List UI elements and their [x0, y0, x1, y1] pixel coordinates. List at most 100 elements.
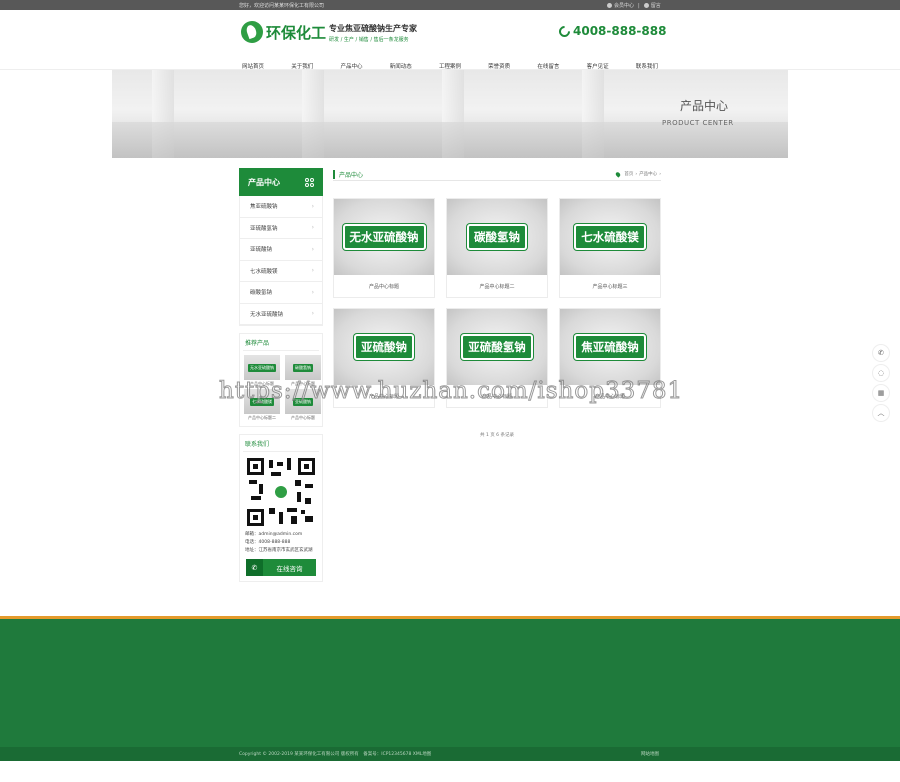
divider: |: [638, 2, 640, 9]
category-item[interactable]: 无水亚硫酸钠 ›: [240, 304, 322, 325]
product-image-label: 焦亚硫酸钠: [574, 334, 646, 360]
category-item[interactable]: 七水硫酸镁 ›: [240, 261, 322, 282]
category-list: 焦亚硫酸钠 › 亚硫酸氢钠 › 亚硫酸钠 › 七水硫酸镁 › 碳酸氢钠 › 无水亚硫酸钠 ›: [239, 196, 323, 326]
thumbnail-badge: 无水亚硫酸钠: [248, 363, 276, 372]
product-image: 亚硫酸氢钠: [447, 309, 547, 385]
sidebar-title-text: 产品中心: [248, 177, 280, 187]
category-item[interactable]: 焦亚硫酸钠 ›: [240, 196, 322, 218]
breadcrumb-home[interactable]: 首页: [624, 171, 633, 177]
qr-module: [251, 496, 261, 500]
chevron-right-icon: ›: [311, 224, 314, 232]
contact-box: 联系我们 邮箱：admin@admin.com 电话：4008-888-888 …: [239, 434, 323, 582]
chat-bubble-icon: ✆: [246, 559, 263, 576]
product-grid: 无水亚硫酸钠 产品中心标题 碳酸氢钠 产品中心标题二 七水硫酸镁 产品中心标题三…: [333, 198, 661, 408]
site-logo[interactable]: 环保化工: [241, 21, 326, 43]
contact-address: 地址：江苏省南京市玄武区玄武湖: [245, 548, 313, 553]
category-item[interactable]: 亚硫酸氢钠 ›: [240, 218, 322, 239]
member-center-label: 会员中心: [614, 3, 635, 9]
product-image-label: 无水亚硫酸钠: [342, 224, 426, 250]
qr-module: [269, 460, 273, 468]
product-caption[interactable]: 产品中心标题三: [560, 275, 660, 298]
grid-icon: [305, 177, 314, 187]
product-image: 碳酸氢钠: [447, 199, 547, 275]
top-links: 会员中心 | 留言: [607, 2, 661, 9]
qr-module: [291, 516, 297, 524]
sitemap-link[interactable]: 网站地图: [641, 751, 659, 757]
banner-subtitle: PRODUCT CENTER: [662, 119, 734, 127]
content-header: 产品中心 首页 › 产品中心 ›: [333, 168, 661, 181]
product-card[interactable]: 碳酸氢钠 产品中心标题二: [446, 198, 548, 298]
product-thumbnail: 碳酸氢钠: [285, 355, 321, 380]
product-caption[interactable]: 产品中心标题: [334, 275, 434, 298]
category-label: 无水亚硫酸钠: [250, 311, 284, 318]
member-center-link[interactable]: 会员中心: [607, 2, 634, 9]
qr-module: [271, 472, 281, 476]
message-link[interactable]: 留言: [643, 2, 661, 9]
product-caption[interactable]: 产品中心标题二: [447, 275, 547, 298]
back-to-top-icon[interactable]: ︿: [872, 404, 890, 422]
qr-module: [249, 480, 257, 484]
content-title: 产品中心: [333, 169, 363, 179]
breadcrumb-separator: ›: [659, 171, 661, 177]
qr-module: [287, 508, 297, 512]
user-icon: [607, 3, 612, 8]
copyright-text: Copyright © 2002-2019 某某环保化工有限公司 版权所有 备案…: [239, 752, 432, 757]
qr-module: [277, 462, 283, 466]
footer-bottom-bar: Copyright © 2002-2019 某某环保化工有限公司 版权所有 备案…: [0, 747, 900, 761]
category-item[interactable]: 碳酸氢钠 ›: [240, 282, 322, 304]
contact-title: 联系我们: [243, 439, 319, 452]
qr-module: [259, 484, 263, 494]
location-pin-icon: [615, 170, 622, 178]
qr-module: [297, 492, 301, 502]
product-thumbnail: 无水亚硫酸钠: [244, 355, 280, 380]
breadcrumb-separator: ›: [635, 171, 638, 177]
qr-code-image: [247, 458, 315, 526]
category-label: 焦亚硫酸钠: [250, 204, 278, 211]
breadcrumb: 首页 › 产品中心 ›: [615, 170, 661, 178]
product-image-label: 碳酸氢钠: [467, 224, 527, 250]
chevron-right-icon: ›: [311, 288, 314, 296]
message-label: 留言: [650, 3, 661, 9]
category-label: 亚硫酸氢钠: [250, 225, 278, 232]
qr-module: [279, 512, 283, 524]
qr-finder: [247, 458, 264, 475]
contact-email: 邮箱：admin@admin.com: [245, 532, 303, 537]
online-consult-label: 在线咨询: [276, 564, 303, 573]
qr-logo-icon: [273, 484, 289, 500]
chat-icon[interactable]: ◌: [872, 364, 890, 382]
recommended-caption: 产品中心标题二: [248, 415, 276, 420]
product-image-label: 七水硫酸镁: [574, 224, 646, 250]
hotline: 4008-888-888: [556, 23, 667, 39]
qr-module: [295, 480, 301, 486]
leaf-logo-icon: [241, 21, 263, 43]
chevron-right-icon: ›: [311, 202, 314, 210]
qr-module: [305, 484, 313, 488]
qr-module: [301, 510, 305, 514]
site-footer: [0, 619, 900, 747]
online-consult-button[interactable]: ✆ 在线咨询: [246, 559, 316, 576]
phone-icon: [556, 23, 573, 39]
phone-icon[interactable]: ✆: [872, 344, 890, 362]
qr-code-icon[interactable]: ▦: [872, 384, 890, 402]
floating-toolbar: ✆ ◌ ▦ ︿: [872, 344, 892, 424]
product-image: 亚硫酸钠: [334, 309, 434, 385]
slogan-main: 专业焦亚硫酸钠生产专家: [329, 24, 417, 33]
chevron-right-icon: ›: [311, 267, 314, 275]
category-item[interactable]: 亚硫酸钠 ›: [240, 239, 322, 261]
thumbnail-badge: 碳酸氢钠: [293, 363, 313, 372]
product-card[interactable]: 无水亚硫酸钠 产品中心标题: [333, 198, 435, 298]
watermark-text: https://www.huzhan.com/ishop33781: [218, 378, 684, 405]
logo-text: 环保化工: [266, 23, 327, 42]
product-image-label: 亚硫酸氢钠: [461, 334, 533, 360]
qr-finder: [298, 458, 315, 475]
breadcrumb-current[interactable]: 产品中心: [639, 171, 657, 177]
pagination-info: 共 1 页 6 条记录: [480, 433, 514, 438]
top-bar: 您好，欢迎访问某某环保化工有限公司 会员中心 | 留言: [0, 0, 900, 10]
category-label: 碳酸氢钠: [250, 290, 273, 297]
product-card[interactable]: 七水硫酸镁 产品中心标题三: [559, 198, 661, 298]
hotline-number: 4008-888-888: [573, 24, 667, 38]
qr-module: [269, 508, 275, 514]
chevron-right-icon: ›: [311, 245, 314, 253]
qr-module: [305, 498, 311, 504]
product-image-label: 亚硫酸钠: [354, 334, 414, 360]
